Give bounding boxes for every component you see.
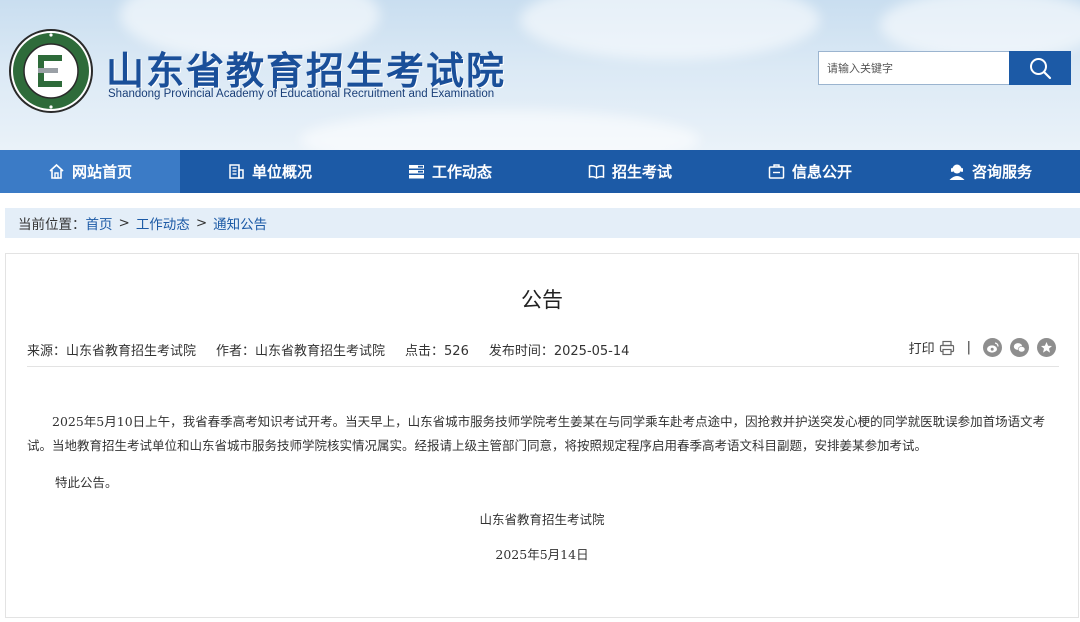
user-service-icon: [948, 163, 966, 181]
nav-item-label: 工作动态: [431, 163, 492, 181]
print-link[interactable]: 打印: [909, 338, 955, 357]
weibo-icon: [987, 342, 999, 353]
nav-item-label: 网站首页: [71, 163, 132, 181]
tools-separator: |: [966, 340, 971, 355]
breadcrumb-link-notices[interactable]: 通知公告: [213, 213, 267, 233]
info-icon: [768, 163, 786, 181]
nav-item-about[interactable]: 单位概况: [180, 150, 360, 193]
breadcrumb-separator: >: [118, 215, 130, 231]
nav-item-label: 单位概况: [251, 163, 312, 181]
breadcrumb-link-home[interactable]: 首页: [86, 213, 113, 233]
printer-icon: [939, 340, 954, 355]
home-icon: [48, 163, 66, 181]
article-author: 作者：山东省教育招生考试院: [216, 344, 386, 359]
nav-item-consult[interactable]: 咨询服务: [900, 150, 1080, 193]
breadcrumb: 当前位置： 首页 > 工作动态 > 通知公告: [5, 208, 1080, 238]
article-source: 来源：山东省教育招生考试院: [27, 344, 197, 359]
search-button[interactable]: [1009, 51, 1071, 85]
article-paragraph: 2025年5月10日上午，我省春季高考知识考试开考。当天早上，山东省城市服务技师…: [27, 414, 1046, 453]
breadcrumb-separator: >: [195, 215, 208, 231]
breadcrumb-link-news[interactable]: 工作动态: [136, 213, 190, 233]
nav-item-label: 招生考试: [611, 163, 672, 181]
wechat-share-button[interactable]: [1010, 338, 1029, 357]
wechat-icon: [1013, 343, 1026, 353]
article-tools: 打印 |: [909, 338, 1056, 357]
nav-item-exams[interactable]: 招生考试: [540, 150, 720, 193]
article-clicks: 点击：526: [405, 344, 469, 359]
favorite-button[interactable]: [1037, 338, 1056, 357]
article-divider: [27, 366, 1059, 367]
site-header: 山东省教育招生考试院 Shandong Provincial Academy o…: [0, 0, 1080, 150]
building-icon: [228, 163, 246, 181]
star-icon: [1041, 342, 1052, 353]
nav-item-news[interactable]: 工作动态: [360, 150, 540, 193]
nav-item-label: 信息公开: [791, 163, 852, 181]
print-label: 打印: [908, 342, 935, 357]
article-title: 公告: [521, 288, 563, 312]
nav-item-home[interactable]: 网站首页: [0, 150, 180, 193]
article-panel: 公告 来源：山东省教育招生考试院 作者：山东省教育招生考试院 点击：526 发布…: [5, 253, 1079, 618]
book-icon: [588, 163, 606, 181]
breadcrumb-prefix: 当前位置：: [18, 217, 86, 233]
article-publish-time: 发布时间：2025-05-14: [488, 344, 630, 359]
list-icon: [408, 163, 426, 181]
main-nav: 网站首页 单位概况 工作动态 招生考试 信息公开 咨询服务: [0, 150, 1080, 193]
article-date: 2025年5月14日: [495, 547, 589, 562]
weibo-share-button[interactable]: [983, 338, 1002, 357]
site-subtitle: Shandong Provincial Academy of Education…: [108, 88, 495, 100]
nav-item-label: 咨询服务: [971, 163, 1032, 181]
seal-logo-icon: [9, 29, 93, 113]
nav-item-disclosure[interactable]: 信息公开: [720, 150, 900, 193]
article-signature: 山东省教育招生考试院: [479, 512, 605, 527]
search-input[interactable]: [818, 51, 1010, 85]
article-meta: 来源：山东省教育招生考试院 作者：山东省教育招生考试院 点击：526 发布时间：…: [27, 340, 629, 359]
site-title[interactable]: 山东省教育招生考试院: [106, 40, 506, 95]
article-paragraph: 特此公告。: [55, 475, 118, 490]
article-body: 2025年5月10日上午，我省春季高考知识考试开考。当天早上，山东省城市服务技师…: [27, 410, 1059, 458]
search-icon: [1030, 58, 1052, 80]
